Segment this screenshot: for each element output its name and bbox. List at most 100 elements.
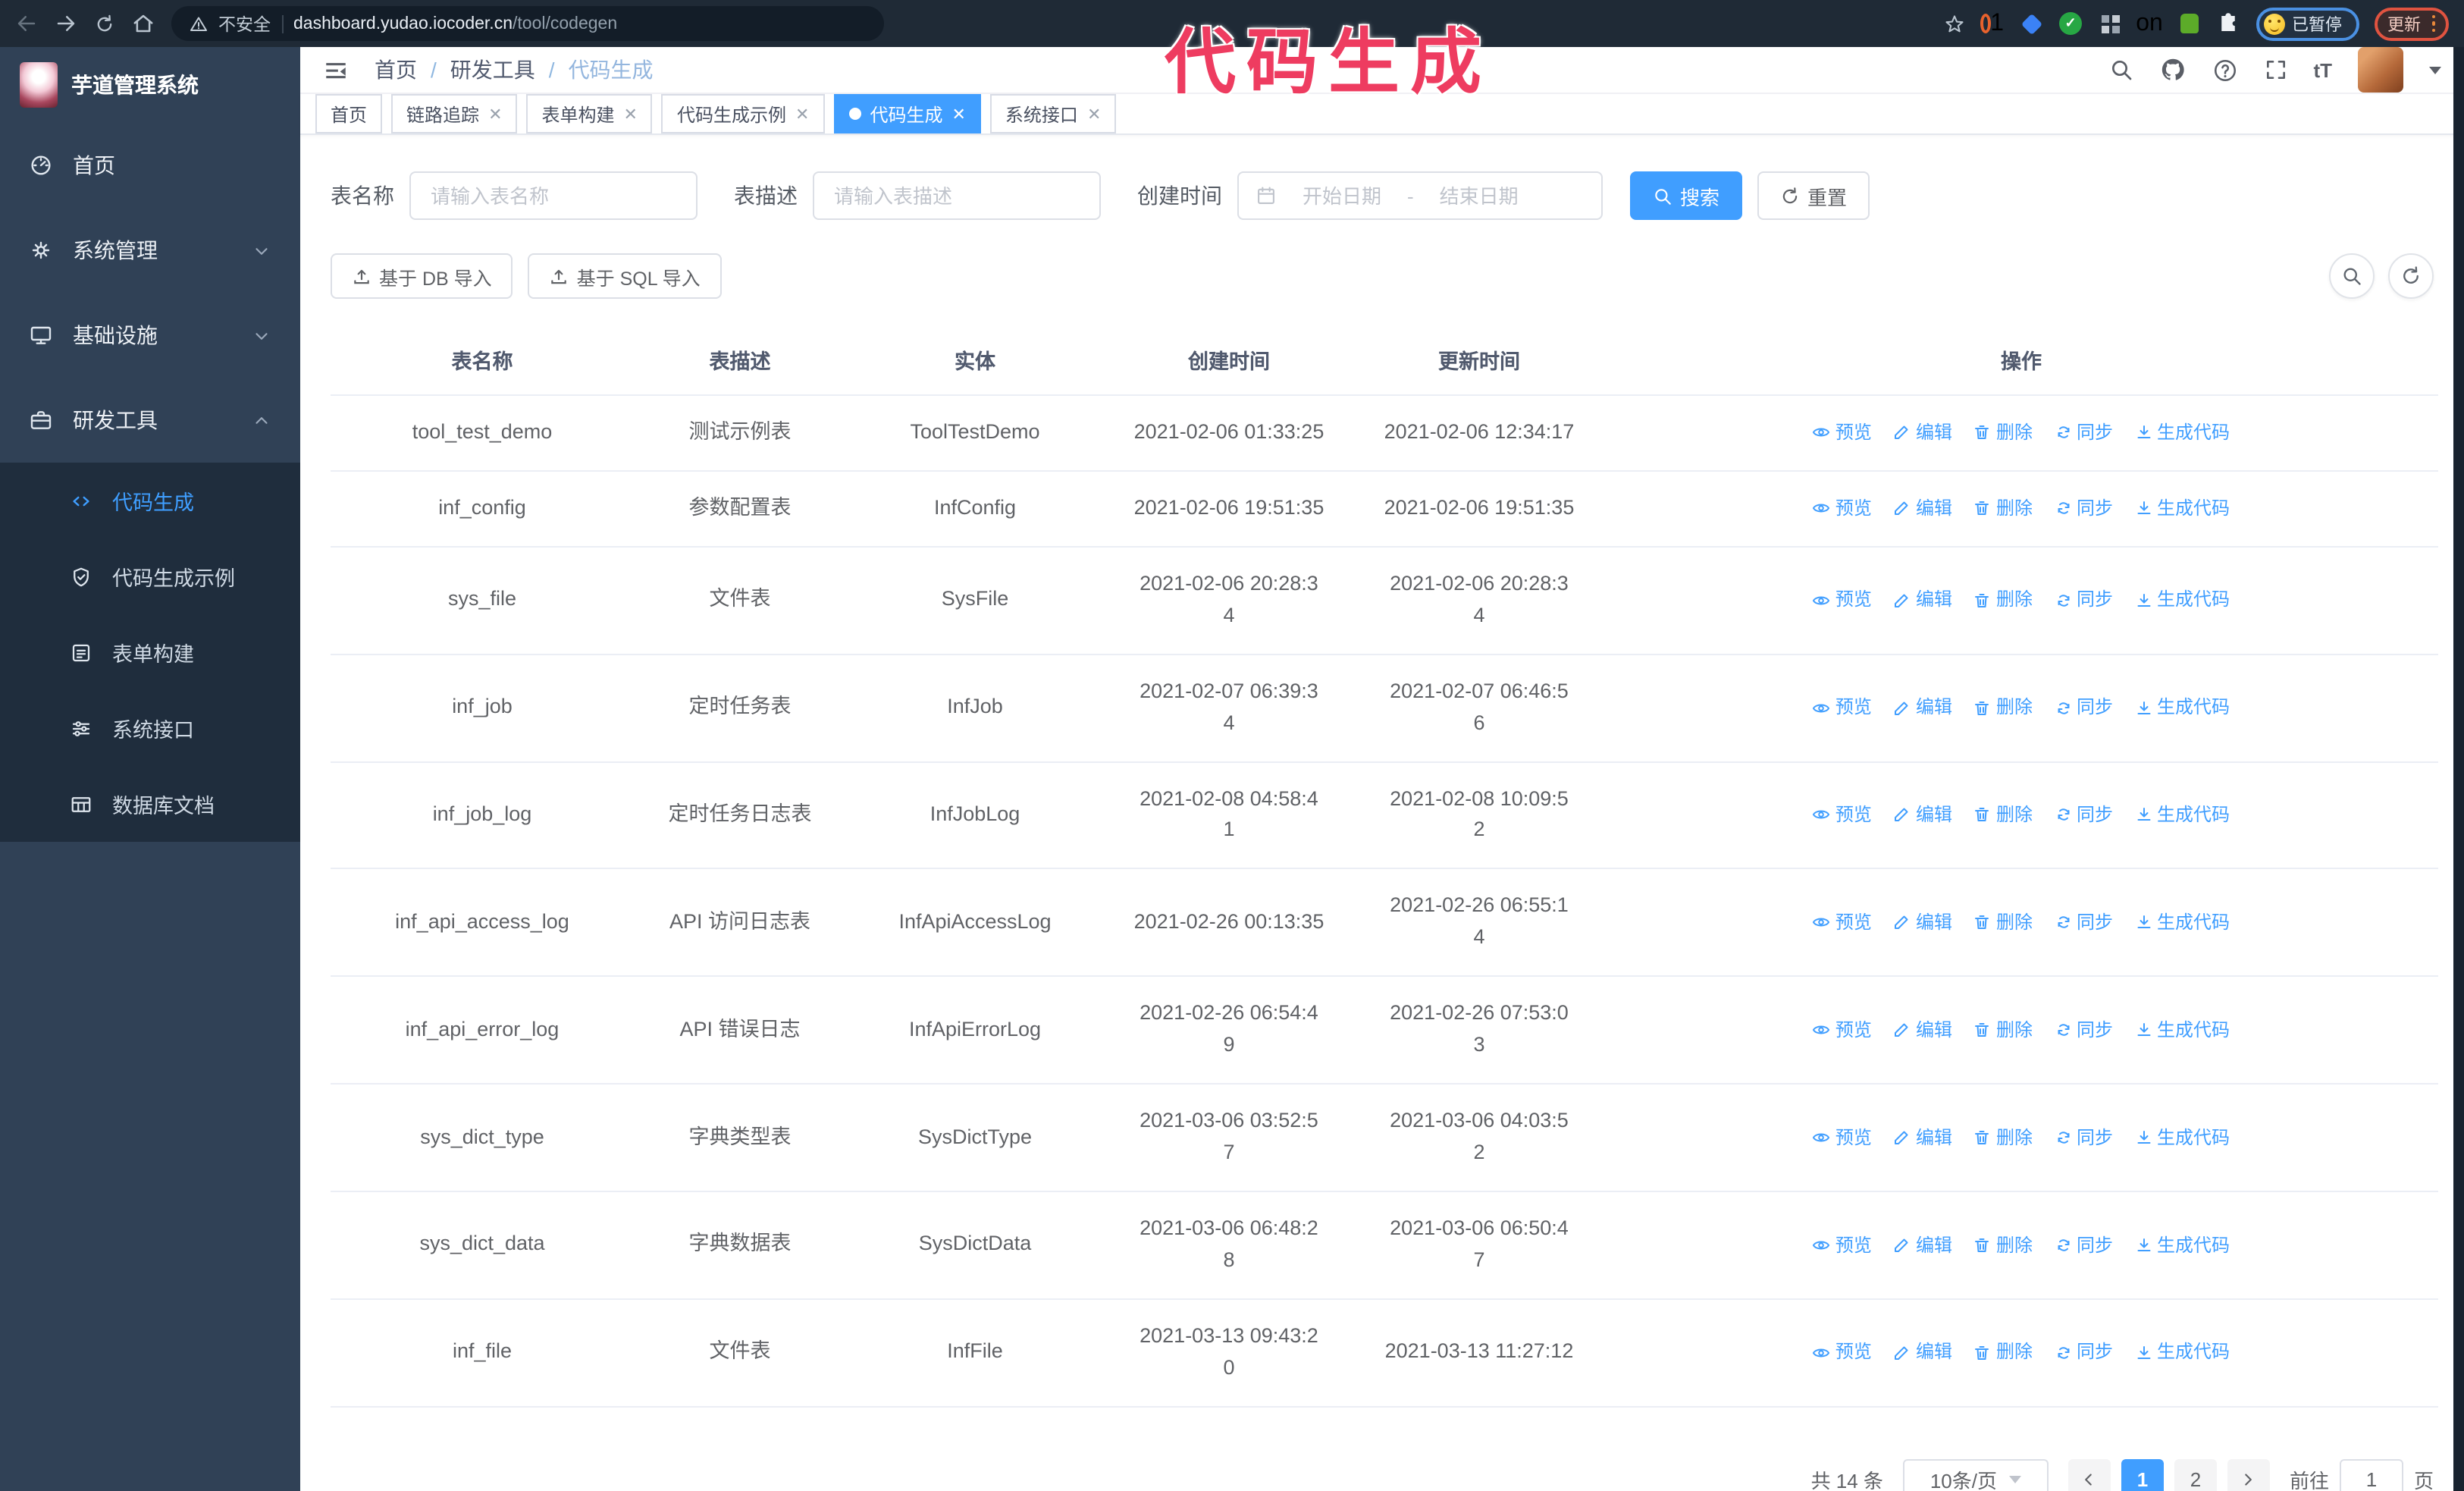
preview-link[interactable]: 预览 bbox=[1813, 1339, 1872, 1367]
refresh-icon[interactable] bbox=[2388, 253, 2434, 299]
preview-link[interactable]: 预览 bbox=[1813, 494, 1872, 523]
generate-code-link[interactable]: 生成代码 bbox=[2134, 1016, 2230, 1044]
home-icon[interactable] bbox=[132, 12, 155, 35]
table-desc-input[interactable] bbox=[831, 183, 1083, 209]
next-page-button[interactable] bbox=[2227, 1458, 2270, 1491]
forward-icon[interactable] bbox=[55, 12, 77, 35]
window-scrollbar[interactable] bbox=[2453, 47, 2464, 1491]
close-icon[interactable]: ✕ bbox=[1087, 104, 1101, 124]
sync-link[interactable]: 同步 bbox=[2054, 1339, 2113, 1367]
sidebar-item-db-doc[interactable]: 数据库文档 bbox=[0, 766, 300, 842]
delete-link[interactable]: 删除 bbox=[1973, 1339, 2033, 1367]
extension-icon-grid[interactable] bbox=[2098, 11, 2122, 36]
edit-link[interactable]: 编辑 bbox=[1893, 1123, 1952, 1151]
tab-tracing[interactable]: 链路追踪 ✕ bbox=[391, 94, 518, 133]
url-text[interactable]: dashboard.yudao.iocoder.cn/tool/codegen bbox=[293, 14, 617, 33]
profile-paused-chip[interactable]: 已暂停 bbox=[2256, 7, 2359, 40]
edit-link[interactable]: 编辑 bbox=[1893, 1231, 1952, 1259]
edit-link[interactable]: 编辑 bbox=[1893, 494, 1952, 523]
preview-link[interactable]: 预览 bbox=[1813, 1231, 1872, 1259]
preview-link[interactable]: 预览 bbox=[1813, 419, 1872, 447]
page-button-2[interactable]: 2 bbox=[2174, 1458, 2217, 1491]
generate-code-link[interactable]: 生成代码 bbox=[2134, 1231, 2230, 1259]
edit-link[interactable]: 编辑 bbox=[1893, 586, 1952, 614]
bookmark-star-icon[interactable] bbox=[1943, 13, 1964, 34]
tab-codegen-example[interactable]: 代码生成示例 ✕ bbox=[661, 94, 825, 133]
sync-link[interactable]: 同步 bbox=[2054, 909, 2113, 937]
generate-code-link[interactable]: 生成代码 bbox=[2134, 694, 2230, 722]
start-date-input[interactable] bbox=[1287, 183, 1397, 209]
tab-code-generation[interactable]: 代码生成 ✕ bbox=[833, 94, 981, 133]
sidebar-toggle-icon[interactable] bbox=[323, 57, 349, 83]
github-icon[interactable] bbox=[2158, 56, 2186, 83]
extensions-puzzle-icon[interactable] bbox=[2216, 11, 2240, 36]
extension-icon-bot[interactable] bbox=[2177, 11, 2201, 36]
search-toggle-icon[interactable] bbox=[2329, 253, 2375, 299]
delete-link[interactable]: 删除 bbox=[1973, 1016, 2033, 1044]
end-date-input[interactable] bbox=[1424, 183, 1534, 209]
delete-link[interactable]: 删除 bbox=[1973, 909, 2033, 937]
caret-down-icon[interactable] bbox=[2429, 66, 2441, 74]
generate-code-link[interactable]: 生成代码 bbox=[2134, 494, 2230, 523]
edit-link[interactable]: 编辑 bbox=[1893, 419, 1952, 447]
table-name-input[interactable] bbox=[428, 183, 679, 209]
fullscreen-icon[interactable] bbox=[2263, 58, 2287, 82]
delete-link[interactable]: 删除 bbox=[1973, 1231, 2033, 1259]
generate-code-link[interactable]: 生成代码 bbox=[2134, 801, 2230, 829]
edit-link[interactable]: 编辑 bbox=[1893, 909, 1952, 937]
address-bar[interactable]: 不安全 dashboard.yudao.iocoder.cn/tool/code… bbox=[171, 6, 884, 41]
delete-link[interactable]: 删除 bbox=[1973, 1123, 2033, 1151]
reset-button[interactable]: 重置 bbox=[1757, 171, 1870, 220]
tab-form-builder[interactable]: 表单构建 ✕ bbox=[526, 94, 653, 133]
generate-code-link[interactable]: 生成代码 bbox=[2134, 1123, 2230, 1151]
help-icon[interactable] bbox=[2212, 57, 2237, 83]
extension-icon-gem[interactable] bbox=[2019, 11, 2043, 36]
sidebar-item-system-api[interactable]: 系统接口 bbox=[0, 690, 300, 766]
generate-code-link[interactable]: 生成代码 bbox=[2134, 1339, 2230, 1367]
sidebar-item-dev-tools[interactable]: 研发工具 bbox=[0, 378, 300, 463]
search-icon[interactable] bbox=[2108, 58, 2133, 82]
import-db-button[interactable]: 基于 DB 导入 bbox=[331, 253, 513, 299]
sync-link[interactable]: 同步 bbox=[2054, 1123, 2113, 1151]
font-size-icon[interactable]: tT bbox=[2313, 58, 2332, 81]
close-icon[interactable]: ✕ bbox=[488, 104, 502, 124]
preview-link[interactable]: 预览 bbox=[1813, 909, 1872, 937]
sidebar-item-code-generation[interactable]: 代码生成 bbox=[0, 463, 300, 538]
preview-link[interactable]: 预览 bbox=[1813, 1123, 1872, 1151]
generate-code-link[interactable]: 生成代码 bbox=[2134, 419, 2230, 447]
page-button-1[interactable]: 1 bbox=[2121, 1458, 2164, 1491]
preview-link[interactable]: 预览 bbox=[1813, 1016, 1872, 1044]
preview-link[interactable]: 预览 bbox=[1813, 586, 1872, 614]
sync-link[interactable]: 同步 bbox=[2054, 586, 2113, 614]
delete-link[interactable]: 删除 bbox=[1973, 694, 2033, 722]
close-icon[interactable]: ✕ bbox=[951, 104, 965, 124]
page-size-select[interactable]: 10条/页 bbox=[1902, 1458, 2049, 1491]
edit-link[interactable]: 编辑 bbox=[1893, 801, 1952, 829]
security-warning-icon[interactable] bbox=[190, 14, 208, 33]
delete-link[interactable]: 删除 bbox=[1973, 801, 2033, 829]
sync-link[interactable]: 同步 bbox=[2054, 801, 2113, 829]
tab-system-api[interactable]: 系统接口 ✕ bbox=[989, 94, 1117, 133]
sidebar-item-home[interactable]: 首页 bbox=[0, 123, 300, 208]
extension-icon-check[interactable]: ✓ bbox=[2058, 11, 2083, 36]
sync-link[interactable]: 同步 bbox=[2054, 1231, 2113, 1259]
sync-link[interactable]: 同步 bbox=[2054, 419, 2113, 447]
edit-link[interactable]: 编辑 bbox=[1893, 1016, 1952, 1044]
close-icon[interactable]: ✕ bbox=[795, 104, 809, 124]
search-button[interactable]: 搜索 bbox=[1630, 171, 1743, 220]
reload-icon[interactable] bbox=[94, 13, 115, 34]
tab-home[interactable]: 首页 bbox=[315, 94, 383, 133]
sidebar-item-form-builder[interactable]: 表单构建 bbox=[0, 614, 300, 690]
preview-link[interactable]: 预览 bbox=[1813, 801, 1872, 829]
generate-code-link[interactable]: 生成代码 bbox=[2134, 909, 2230, 937]
browser-update-button[interactable]: 更新 bbox=[2374, 7, 2449, 40]
sync-link[interactable]: 同步 bbox=[2054, 694, 2113, 722]
app-logo[interactable]: 芋道管理系统 bbox=[0, 47, 300, 123]
sidebar-item-system-management[interactable]: 系统管理 bbox=[0, 208, 300, 293]
extension-icon-orange[interactable]: 1 bbox=[1980, 10, 2004, 36]
close-icon[interactable]: ✕ bbox=[624, 104, 638, 124]
import-sql-button[interactable]: 基于 SQL 导入 bbox=[528, 253, 722, 299]
breadcrumb-home[interactable]: 首页 bbox=[375, 55, 417, 85]
generate-code-link[interactable]: 生成代码 bbox=[2134, 586, 2230, 614]
sync-link[interactable]: 同步 bbox=[2054, 1016, 2113, 1044]
